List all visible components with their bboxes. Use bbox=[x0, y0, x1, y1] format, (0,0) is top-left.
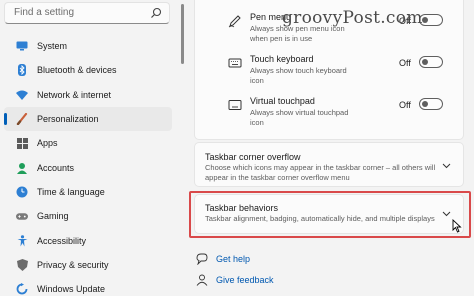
sidebar-item-label: Windows Update bbox=[37, 284, 106, 295]
touch-keyboard-description: Always show touch keyboard icon bbox=[250, 66, 347, 85]
sidebar-item-windows-update[interactable]: Windows Update bbox=[4, 277, 172, 296]
virtual-touchpad-state: Off bbox=[399, 100, 411, 110]
sidebar-item-gaming[interactable]: Gaming bbox=[4, 204, 172, 228]
chevron-down-icon[interactable] bbox=[442, 161, 451, 170]
virtual-touchpad-toggle[interactable] bbox=[419, 98, 443, 110]
update-icon bbox=[16, 283, 28, 295]
sidebar-item-label: Bluetooth & devices bbox=[37, 65, 117, 76]
touch-keyboard-toggle[interactable] bbox=[419, 56, 443, 68]
sidebar-item-label: Gaming bbox=[37, 211, 69, 222]
sidebar-item-label: System bbox=[37, 41, 68, 52]
search-box[interactable]: Find a setting bbox=[4, 2, 170, 24]
taskbar-corner-overflow-card[interactable]: Taskbar corner overflow Choose which ico… bbox=[194, 142, 464, 187]
sidebar-item-label: Personalization bbox=[37, 114, 99, 125]
pen-icon bbox=[228, 15, 241, 28]
taskbar-corner-overflow-title: Taskbar corner overflow bbox=[205, 152, 301, 162]
toggle-knob bbox=[422, 101, 428, 107]
globe-clock-icon bbox=[16, 186, 28, 198]
system-icon bbox=[16, 40, 28, 52]
touchpad-icon bbox=[228, 100, 242, 110]
toggle-knob bbox=[422, 17, 428, 23]
wifi-icon bbox=[16, 89, 28, 101]
sidebar-item-label: Accounts bbox=[37, 162, 75, 173]
accessibility-icon bbox=[16, 234, 28, 247]
virtual-touchpad-row[interactable]: Virtual touchpad Always show virtual tou… bbox=[195, 93, 465, 135]
get-help-label[interactable]: Get help bbox=[216, 254, 250, 264]
sidebar-item-personalization[interactable]: Personalization bbox=[4, 106, 172, 132]
sidebar-item-privacy-security[interactable]: Privacy & security bbox=[4, 253, 172, 277]
sidebar-item-accounts[interactable]: Accounts bbox=[4, 155, 172, 179]
give-feedback-label[interactable]: Give feedback bbox=[216, 275, 274, 285]
settings-window: Find a setting System Bluetooth & device… bbox=[0, 0, 474, 296]
sidebar-item-apps[interactable]: Apps bbox=[4, 131, 172, 155]
search-icon[interactable] bbox=[150, 7, 162, 19]
virtual-touchpad-description: Always show virtual touchpad icon bbox=[250, 108, 349, 127]
sidebar-item-time-language[interactable]: Time & language bbox=[4, 180, 172, 204]
touch-keyboard-row[interactable]: Touch keyboard Always show touch keyboar… bbox=[195, 51, 465, 93]
sidebar-item-system[interactable]: System bbox=[4, 34, 172, 58]
taskbar-corner-overflow-description: Choose which icons may appear in the tas… bbox=[205, 163, 436, 182]
touch-keyboard-title: Touch keyboard bbox=[250, 54, 314, 64]
sidebar-item-label: Apps bbox=[37, 138, 58, 149]
sidebar-item-accessibility[interactable]: Accessibility bbox=[4, 228, 172, 252]
scrollbar-thumb[interactable] bbox=[181, 4, 184, 64]
sidebar-item-label: Time & language bbox=[37, 186, 105, 197]
account-icon bbox=[16, 162, 28, 174]
keyboard-icon bbox=[228, 58, 242, 68]
apps-icon bbox=[16, 137, 28, 149]
shield-icon bbox=[16, 258, 28, 271]
sidebar-item-label: Accessibility bbox=[37, 235, 87, 246]
sidebar-nav: System Bluetooth & devices Network & int… bbox=[4, 34, 172, 296]
touch-keyboard-state: Off bbox=[399, 58, 411, 68]
highlight-annotation bbox=[189, 191, 471, 238]
bluetooth-icon bbox=[16, 64, 28, 77]
content-pane: Pen menu Always show pen menu icon when … bbox=[194, 0, 474, 296]
toggle-knob bbox=[422, 59, 428, 65]
watermark: groovyPost.com bbox=[282, 8, 423, 28]
mouse-cursor-icon bbox=[452, 219, 462, 233]
gamepad-icon bbox=[16, 210, 28, 222]
get-help-link[interactable]: Get help bbox=[194, 250, 250, 268]
sidebar-item-label: Privacy & security bbox=[37, 259, 109, 270]
give-feedback-link[interactable]: Give feedback bbox=[194, 271, 274, 289]
sidebar-item-bluetooth[interactable]: Bluetooth & devices bbox=[4, 58, 172, 82]
brush-icon bbox=[16, 113, 28, 126]
virtual-touchpad-title: Virtual touchpad bbox=[250, 96, 315, 106]
content-scrollbar[interactable] bbox=[181, 0, 184, 296]
sidebar-item-label: Network & internet bbox=[37, 89, 112, 100]
sidebar-item-network[interactable]: Network & internet bbox=[4, 83, 172, 107]
help-icon bbox=[196, 253, 208, 265]
sidebar: Find a setting System Bluetooth & device… bbox=[0, 0, 176, 296]
feedback-icon bbox=[196, 274, 208, 286]
search-input[interactable]: Find a setting bbox=[14, 7, 74, 18]
